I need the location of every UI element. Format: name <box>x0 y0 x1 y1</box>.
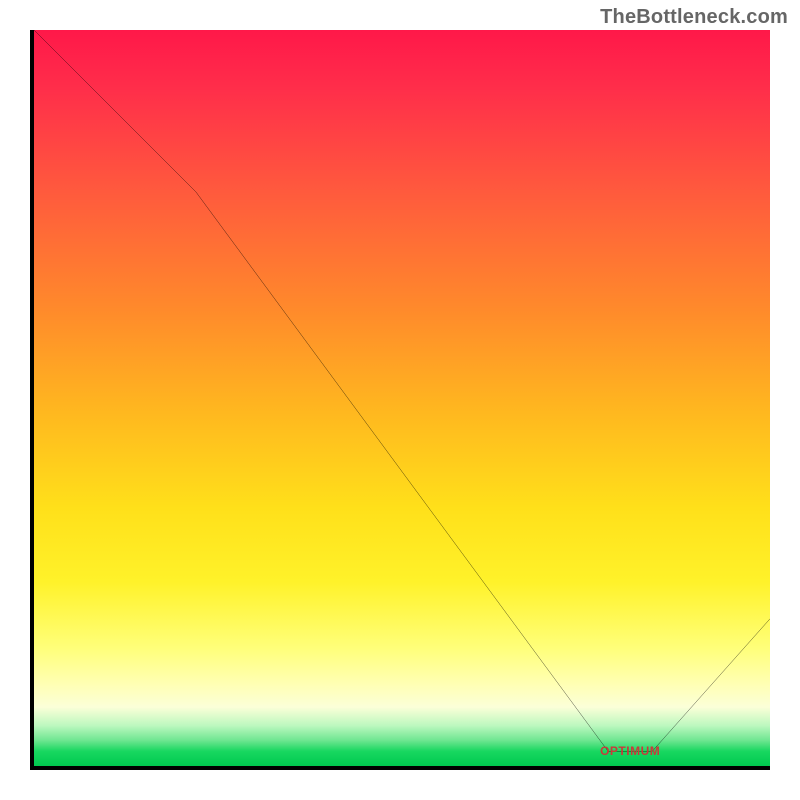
plot-frame: OPTIMUM <box>30 30 770 770</box>
watermark-text: TheBottleneck.com <box>600 6 788 29</box>
optimum-marker-label: OPTIMUM <box>600 744 660 758</box>
bottleneck-curve <box>34 30 770 751</box>
chart-container: TheBottleneck.com OPTIMUM <box>0 0 800 800</box>
curve-svg <box>34 30 770 766</box>
